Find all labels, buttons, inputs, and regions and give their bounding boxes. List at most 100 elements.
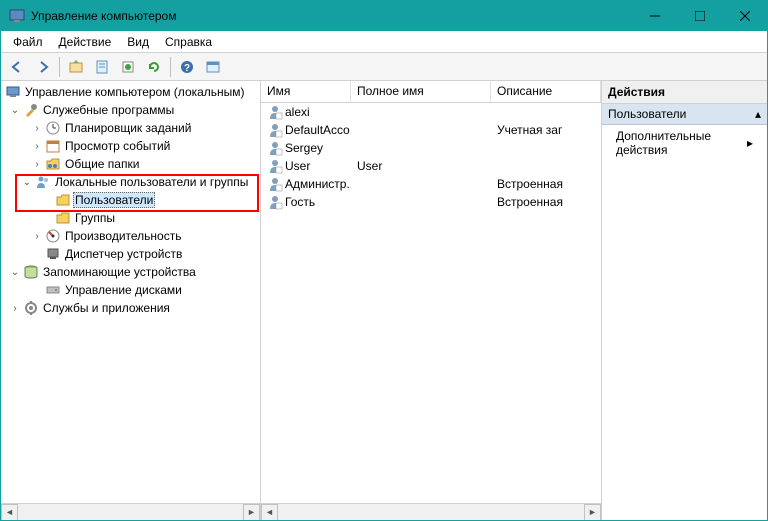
user-name: Sergey (285, 141, 323, 155)
shared-folder-icon (45, 156, 61, 172)
scroll-right-icon[interactable]: ► (243, 504, 260, 521)
list-row[interactable]: User User (261, 157, 601, 175)
user-name-cell: DefaultAcco... (261, 122, 351, 138)
actions-section-users[interactable]: Пользователи ▴ (602, 104, 767, 125)
window-title: Управление компьютером (31, 9, 632, 23)
close-button[interactable] (722, 1, 767, 31)
tree-label: Служебные программы (41, 102, 176, 118)
tree-shared-folders[interactable]: › Общие папки (1, 155, 260, 173)
tree-device-manager[interactable]: Диспетчер устройств (1, 245, 260, 263)
forward-button[interactable] (31, 56, 55, 78)
help-button[interactable]: ? (175, 56, 199, 78)
tree-groups[interactable]: Группы (1, 209, 260, 227)
up-button[interactable] (64, 56, 88, 78)
user-name-cell: User (261, 158, 351, 174)
storage-icon (23, 264, 39, 280)
column-name[interactable]: Имя (261, 81, 351, 102)
tree-system-tools[interactable]: ⌄ Служебные программы (1, 101, 260, 119)
user-icon (267, 122, 283, 138)
user-name: alexi (285, 105, 310, 119)
tree-local-users[interactable]: ⌄ Локальные пользователи и группы (1, 173, 260, 191)
tree-label: Управление компьютером (локальным) (23, 84, 247, 100)
menu-view[interactable]: Вид (119, 33, 157, 51)
list-header: Имя Полное имя Описание (261, 81, 601, 103)
user-description-cell: Встроенная (491, 195, 601, 209)
scroll-left-icon[interactable]: ◄ (1, 504, 18, 521)
tree-task-scheduler[interactable]: › Планировщик заданий (1, 119, 260, 137)
user-name: DefaultAcco... (285, 123, 351, 137)
list-row[interactable]: Гость Встроенная (261, 193, 601, 211)
minimize-button[interactable] (632, 1, 677, 31)
toolbar: ? (1, 53, 767, 81)
tree-label: Производительность (63, 228, 183, 244)
user-name-cell: Гость (261, 194, 351, 210)
tree-label: Локальные пользователи и группы (53, 174, 250, 190)
user-name: User (285, 159, 310, 173)
device-icon (45, 246, 61, 262)
export-button[interactable] (116, 56, 140, 78)
titlebar: Управление компьютером (1, 1, 767, 31)
folder-icon (55, 210, 71, 226)
expand-icon[interactable]: ⌄ (9, 105, 21, 116)
list-row[interactable]: DefaultAcco...Учетная заг (261, 121, 601, 139)
tree-label: Группы (73, 210, 117, 226)
list-rows: alexi DefaultAcco...Учетная заг Sergey User… (261, 103, 601, 503)
tree-label: Общие папки (63, 156, 141, 172)
scroll-left-icon[interactable]: ◄ (261, 504, 278, 521)
menu-help[interactable]: Справка (157, 33, 220, 51)
app-icon (9, 8, 25, 24)
collapse-icon[interactable]: ⌄ (21, 177, 33, 188)
tree-storage[interactable]: ⌄ Запоминающие устройства (1, 263, 260, 281)
clock-icon (45, 120, 61, 136)
scroll-right-icon[interactable]: ► (584, 504, 601, 521)
back-button[interactable] (5, 56, 29, 78)
tree-label: Службы и приложения (41, 300, 172, 316)
menu-file[interactable]: Файл (5, 33, 51, 51)
toolbar-extra-button[interactable] (201, 56, 225, 78)
user-name: Администр... (285, 177, 351, 191)
list-row[interactable]: alexi (261, 103, 601, 121)
user-fullname-cell: User (351, 159, 491, 173)
expand-icon[interactable]: › (31, 159, 43, 170)
list-row[interactable]: Sergey (261, 139, 601, 157)
user-name-cell: Администр... (261, 176, 351, 192)
user-icon (267, 140, 283, 156)
user-name: Гость (285, 195, 315, 209)
tools-icon (23, 102, 39, 118)
expand-icon[interactable]: › (31, 231, 43, 242)
expand-icon[interactable]: › (9, 303, 21, 314)
action-more[interactable]: Дополнительные действия ▸ (602, 125, 767, 161)
tree-event-viewer[interactable]: › Просмотр событий (1, 137, 260, 155)
disk-icon (45, 282, 61, 298)
action-panel: Действия Пользователи ▴ Дополнительные д… (602, 81, 767, 520)
expand-icon[interactable]: › (31, 141, 43, 152)
folder-icon (55, 192, 71, 208)
services-icon (23, 300, 39, 316)
tree-label-selected: Пользователи (73, 192, 155, 208)
maximize-button[interactable] (677, 1, 722, 31)
column-description[interactable]: Описание (491, 81, 601, 102)
tree-scrollbar[interactable]: ◄ ► (1, 503, 260, 520)
expand-icon[interactable]: › (31, 123, 43, 134)
list-row[interactable]: Администр...Встроенная (261, 175, 601, 193)
action-more-label: Дополнительные действия (616, 129, 747, 157)
tree-performance[interactable]: › Производительность (1, 227, 260, 245)
list-scrollbar[interactable]: ◄ ► (261, 503, 601, 520)
collapse-icon[interactable]: ⌄ (9, 267, 21, 278)
tree-users[interactable]: Пользователи (1, 191, 260, 209)
user-name-cell: Sergey (261, 140, 351, 156)
menu-action[interactable]: Действие (51, 33, 120, 51)
tree-services[interactable]: › Службы и приложения (1, 299, 260, 317)
collapse-icon: ▴ (755, 107, 761, 121)
user-name-cell: alexi (261, 104, 351, 120)
tree-label: Просмотр событий (63, 138, 172, 154)
chevron-right-icon: ▸ (747, 136, 753, 150)
calendar-icon (45, 138, 61, 154)
column-full-name[interactable]: Полное имя (351, 81, 491, 102)
tree-root[interactable]: Управление компьютером (локальным) (1, 83, 260, 101)
tree-disk-management[interactable]: Управление дисками (1, 281, 260, 299)
actions-section-label: Пользователи (608, 107, 686, 121)
properties-button[interactable] (90, 56, 114, 78)
computer-icon (5, 84, 21, 100)
refresh-button[interactable] (142, 56, 166, 78)
